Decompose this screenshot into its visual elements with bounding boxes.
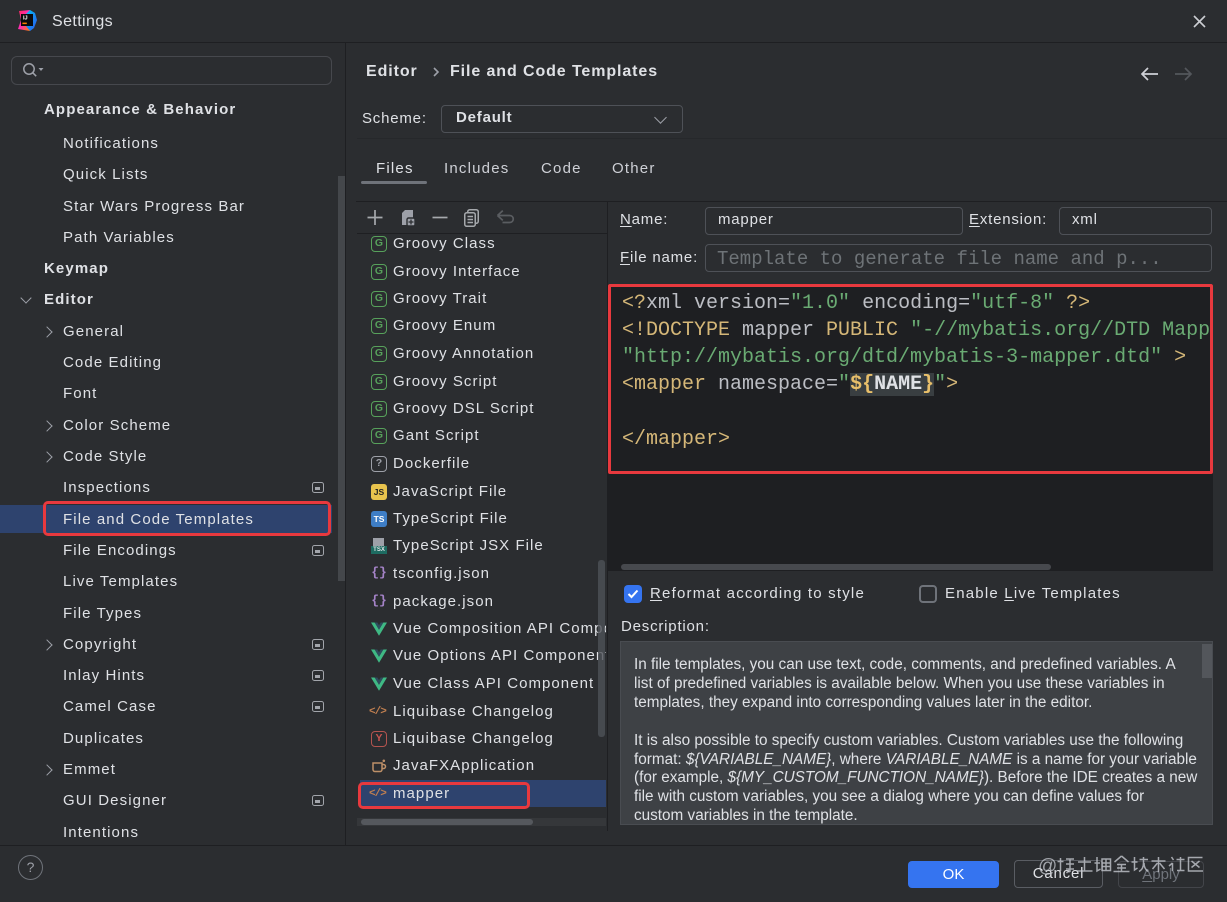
svg-text:@: @ <box>1038 856 1057 876</box>
svg-text:IJ: IJ <box>23 16 28 22</box>
